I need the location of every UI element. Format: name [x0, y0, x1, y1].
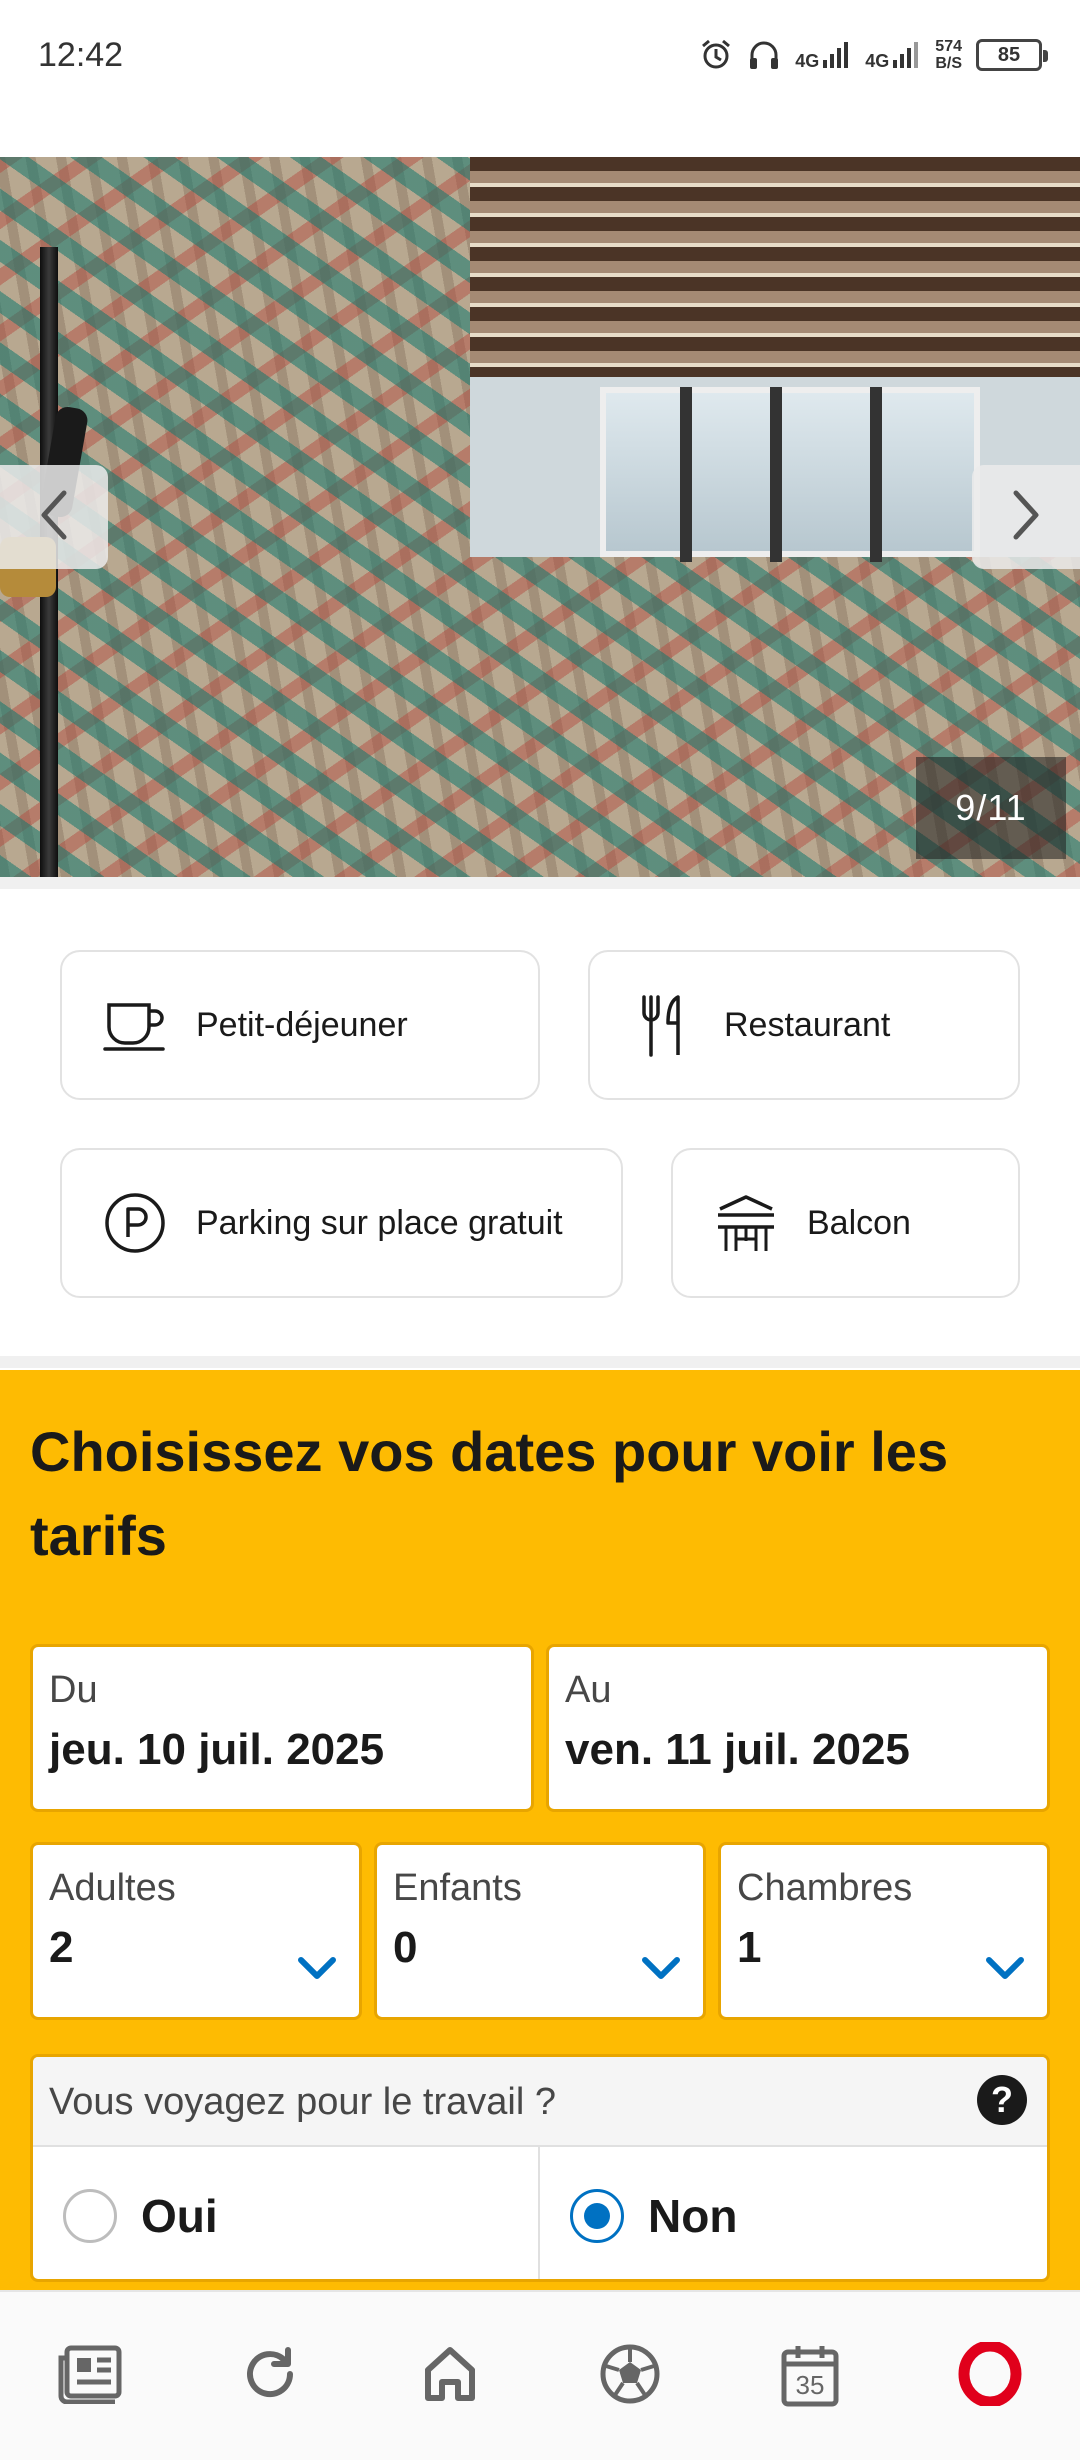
checkout-date-field[interactable]: Au ven. 11 juil. 2025: [546, 1644, 1050, 1812]
gallery-next-button[interactable]: [972, 465, 1080, 569]
nav-opera-menu-button[interactable]: [930, 2316, 1050, 2436]
balcony-icon: [711, 1188, 781, 1258]
news-icon: [57, 2344, 123, 2409]
chevron-left-icon: [34, 487, 74, 548]
chevron-right-icon: [1006, 487, 1046, 548]
calendar-day-label: 35: [795, 2370, 825, 2400]
fork-knife-icon: [628, 990, 698, 1060]
battery-level: 85: [997, 43, 1021, 66]
nav-home-button[interactable]: [390, 2316, 510, 2436]
photo-window-bar: [680, 387, 692, 562]
business-travel-yes-option[interactable]: Oui: [33, 2147, 540, 2279]
photo-counter: 9/11: [916, 757, 1066, 859]
alarm-icon: [699, 38, 733, 72]
chevron-down-icon: [297, 1956, 337, 1987]
gallery-prev-button[interactable]: [0, 465, 108, 569]
coffee-cup-icon: [100, 990, 170, 1060]
children-select[interactable]: Enfants 0: [374, 1842, 706, 2020]
rooms-label: Chambres: [737, 1867, 913, 1909]
adults-label: Adultes: [49, 1867, 176, 1909]
headphones-icon: [747, 38, 781, 72]
checkin-value: jeu. 10 juil. 2025: [49, 1725, 385, 1774]
help-icon[interactable]: ?: [977, 2075, 1027, 2125]
rooms-select[interactable]: Chambres 1: [718, 1842, 1050, 2020]
network-type-1: 4G: [795, 51, 820, 71]
checkin-label: Du: [49, 1669, 98, 1711]
checkin-date-field[interactable]: Du jeu. 10 juil. 2025: [30, 1644, 534, 1812]
chevron-down-icon: [985, 1956, 1025, 1987]
battery-icon: 85: [976, 39, 1048, 71]
facility-label: Petit-déjeuner: [196, 1005, 408, 1044]
radio-yes[interactable]: [63, 2189, 117, 2243]
checkout-value: ven. 11 juil. 2025: [565, 1725, 910, 1774]
chevron-down-icon: [641, 1956, 681, 1987]
photo-counter-text: 9/11: [955, 787, 1027, 828]
photo-window-bar: [870, 387, 882, 562]
booking-panel: Choisissez vos dates pour voir les tarif…: [0, 1370, 1080, 2290]
checkout-label: Au: [565, 1669, 612, 1711]
network-speed: 574 B/S: [935, 38, 962, 72]
signal-1-icon: 4G: [795, 40, 851, 70]
option-yes-label: Oui: [141, 2190, 218, 2242]
facility-label: Parking sur place gratuit: [196, 1203, 563, 1242]
signal-2-icon: 4G: [865, 40, 921, 70]
home-icon: [420, 2344, 480, 2409]
section-divider: [0, 877, 1080, 889]
children-label: Enfants: [393, 1867, 522, 1909]
reload-icon: [240, 2344, 300, 2409]
photo-window-bar: [770, 387, 782, 562]
calendar-icon: 35: [780, 2344, 840, 2408]
nav-news-button[interactable]: [30, 2316, 150, 2436]
facility-balcony: Balcon: [671, 1148, 1020, 1298]
facility-label: Balcon: [807, 1203, 911, 1242]
browser-bottom-nav: 35: [0, 2290, 1080, 2460]
adults-select[interactable]: Adultes 2: [30, 1842, 362, 2020]
status-time: 12:42: [38, 35, 124, 74]
business-travel-question: Vous voyagez pour le travail ?: [49, 2081, 556, 2123]
photo-blinds: [470, 157, 1080, 377]
football-icon: [598, 2342, 662, 2411]
business-travel-header: Vous voyagez pour le travail ? ?: [33, 2057, 1047, 2147]
status-bar: 12:42 4G 4G 574 B/S 85: [0, 0, 1080, 110]
section-divider: [0, 1356, 1080, 1368]
parking-icon: [100, 1188, 170, 1258]
nav-football-button[interactable]: [570, 2316, 690, 2436]
facility-breakfast: Petit-déjeuner: [60, 950, 540, 1100]
photo-window-glass: [600, 387, 980, 557]
adults-value: 2: [49, 1923, 74, 1972]
radio-no[interactable]: [570, 2189, 624, 2243]
rooms-value: 1: [737, 1923, 762, 1972]
facility-parking: Parking sur place gratuit: [60, 1148, 623, 1298]
booking-title: Choisissez vos dates pour voir les tarif…: [30, 1420, 949, 1567]
opera-logo-icon: [958, 2340, 1022, 2411]
nav-reload-button[interactable]: [210, 2316, 330, 2436]
nav-calendar-button[interactable]: 35: [750, 2316, 870, 2436]
facility-restaurant: Restaurant: [588, 950, 1020, 1100]
speed-unit: B/S: [935, 55, 962, 72]
facility-label: Restaurant: [724, 1005, 891, 1044]
speed-value: 574: [935, 38, 962, 55]
business-travel-box: Vous voyagez pour le travail ? ? Oui Non: [30, 2054, 1050, 2282]
children-value: 0: [393, 1923, 418, 1972]
business-travel-no-option[interactable]: Non: [540, 2147, 1047, 2279]
network-type-2: 4G: [865, 51, 890, 71]
status-icons: 4G 4G 574 B/S 85: [699, 38, 1048, 72]
option-no-label: Non: [648, 2190, 738, 2242]
